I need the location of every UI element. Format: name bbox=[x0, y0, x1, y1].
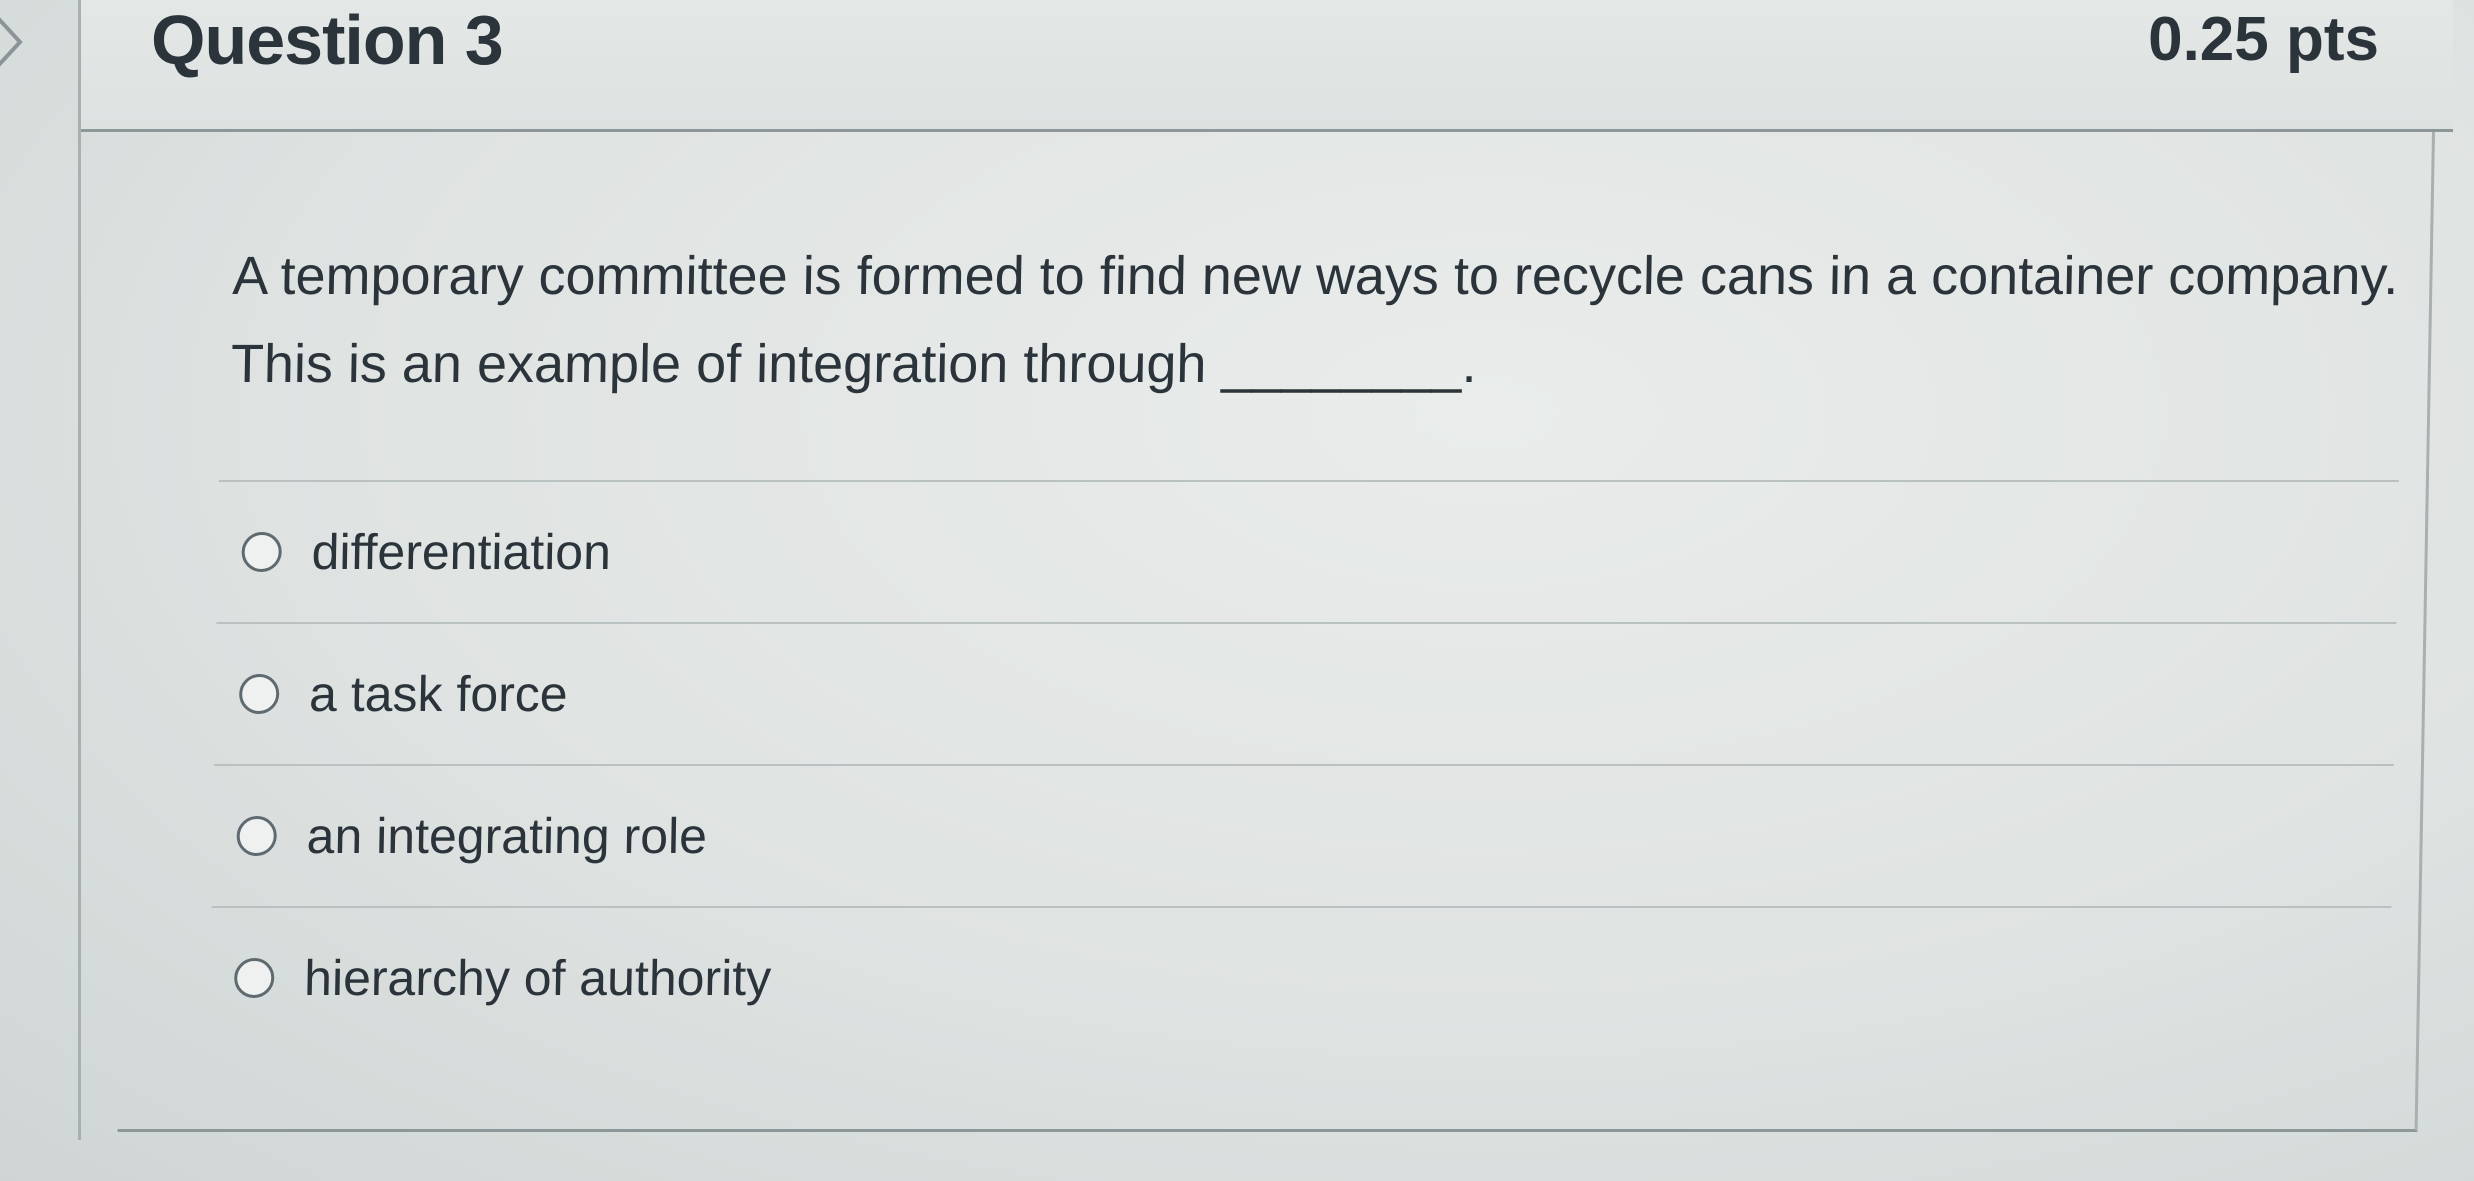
answer-label: hierarchy of authority bbox=[303, 950, 772, 1006]
question-header: Question 3 0.25 pts bbox=[81, 0, 2453, 132]
quiz-screen: Question 3 0.25 pts A temporary committe… bbox=[0, 0, 2474, 1181]
answer-option-1[interactable]: differentiation bbox=[216, 482, 2398, 622]
question-body: A temporary committee is formed to find … bbox=[117, 132, 2436, 1132]
question-title: Question 3 bbox=[151, 1, 504, 79]
answer-list: differentiation a task force an integrat… bbox=[209, 480, 2399, 1048]
radio-button[interactable] bbox=[241, 532, 283, 572]
answer-option-3[interactable]: an integrating role bbox=[211, 766, 2393, 906]
answer-option-2[interactable]: a task force bbox=[214, 624, 2396, 764]
chevron-right-icon[interactable] bbox=[0, 10, 34, 74]
answer-option-4[interactable]: hierarchy of authority bbox=[209, 908, 2391, 1048]
radio-button[interactable] bbox=[238, 674, 280, 714]
answer-label: an integrating role bbox=[306, 808, 708, 864]
radio-button[interactable] bbox=[233, 958, 275, 998]
question-points: 0.25 pts bbox=[2148, 5, 2379, 74]
answer-label: a task force bbox=[308, 666, 569, 722]
question-text: A temporary committee is formed to find … bbox=[230, 246, 2399, 394]
chevron-right-icon-graphic bbox=[0, 17, 23, 67]
question-card: Question 3 0.25 pts A temporary committe… bbox=[78, 0, 2453, 1140]
radio-button[interactable] bbox=[236, 816, 278, 856]
answer-label: differentiation bbox=[311, 524, 612, 580]
